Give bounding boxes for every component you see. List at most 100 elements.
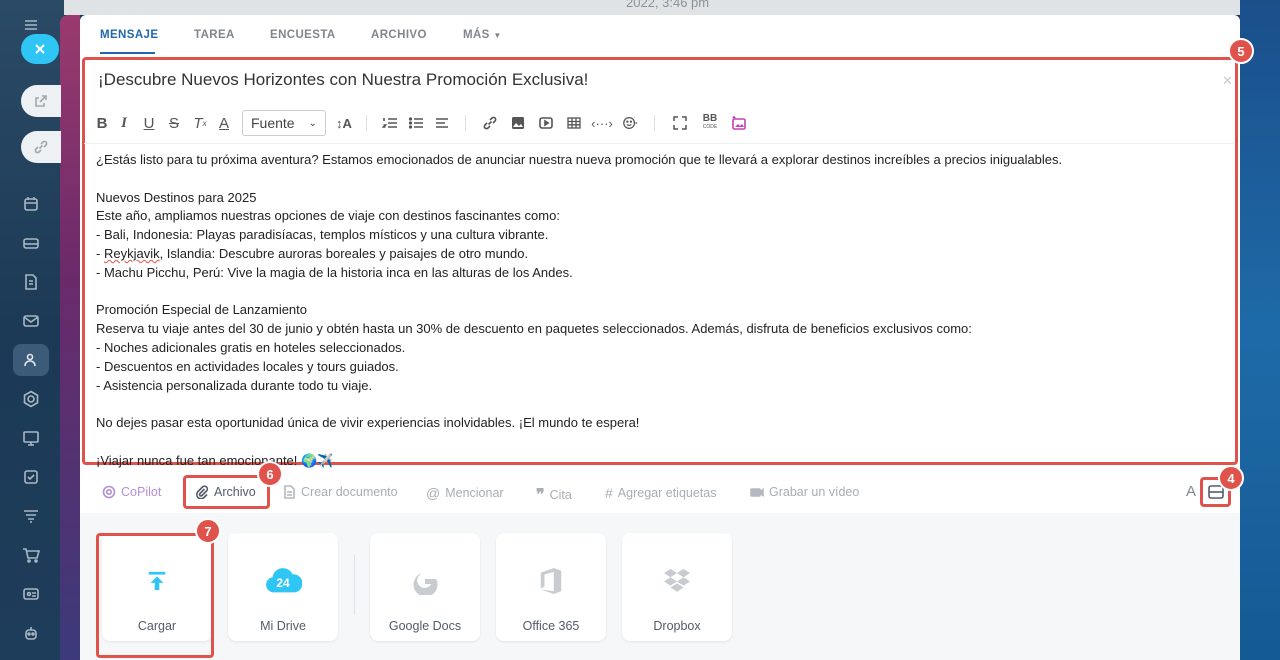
composer-tabs: MENSAJE TAREA ENCUESTA ARCHIVO MÁS ▼ — [80, 15, 1240, 55]
tab-mas[interactable]: MÁS ▼ — [463, 29, 502, 41]
copy-link-button[interactable] — [21, 131, 61, 163]
create-document-button[interactable]: Crear documento — [282, 485, 398, 499]
strikethrough-button[interactable]: S — [160, 112, 188, 134]
close-slider-button[interactable] — [21, 34, 59, 64]
emoji-button[interactable] — [616, 112, 644, 134]
hexagon-icon[interactable] — [20, 388, 42, 410]
align-left-icon — [436, 118, 448, 128]
at-sign-icon: @ — [426, 485, 441, 501]
body-line — [96, 170, 1216, 189]
insert-code-button[interactable]: ‹···› — [588, 112, 616, 134]
upload-tile-label: Google Docs — [388, 619, 462, 633]
copilot-icon — [102, 485, 116, 499]
image-icon — [512, 117, 524, 129]
body-line — [96, 283, 1216, 302]
calendar-icon[interactable] — [20, 193, 42, 215]
filter-icon[interactable] — [20, 505, 42, 527]
toolbar-separator — [465, 115, 466, 131]
tab-encuesta[interactable]: ENCUESTA — [270, 29, 336, 41]
annotation-badge-6: 6 — [257, 461, 283, 487]
cart-icon[interactable] — [20, 544, 42, 566]
team-icon[interactable] — [19, 349, 41, 371]
close-icon — [35, 44, 45, 54]
robot-icon[interactable] — [20, 622, 42, 644]
menu-icon[interactable] — [20, 14, 42, 36]
font-size-button[interactable]: ↕A — [332, 112, 356, 134]
numbered-list-button[interactable] — [377, 112, 403, 134]
chevron-down-icon: ⌄ — [308, 117, 317, 129]
body-line — [96, 433, 1216, 452]
insert-video-button[interactable] — [532, 112, 560, 134]
ai-image-button[interactable] — [725, 112, 753, 134]
align-button[interactable] — [429, 112, 455, 134]
document-icon — [284, 485, 295, 499]
external-link-icon — [35, 95, 47, 107]
copilot-label: CoPilot — [121, 485, 162, 499]
title-close-icon[interactable]: ✕ — [1222, 73, 1233, 89]
copilot-button[interactable]: CoPilot — [102, 485, 161, 499]
tab-archivo[interactable]: ARCHIVO — [371, 29, 427, 41]
font-select-value: Fuente — [251, 115, 295, 131]
board-icon[interactable] — [20, 427, 42, 449]
upload-tile-mi-drive[interactable]: 24 Mi Drive — [228, 533, 338, 641]
italic-button[interactable]: I — [110, 112, 138, 134]
toolbar-separator — [654, 115, 655, 131]
toolbar-separator — [366, 115, 367, 131]
contact-card-icon[interactable] — [20, 583, 42, 605]
bulleted-list-button[interactable] — [403, 112, 429, 134]
hash-icon: # — [605, 485, 613, 501]
bold-button[interactable]: B — [94, 112, 110, 134]
body-line: - Machu Picchu, Perú: Vive la magia de l… — [96, 264, 573, 280]
checkbox-icon[interactable] — [20, 466, 42, 488]
mention-button[interactable]: @ Mencionar — [426, 485, 504, 501]
text-color-button[interactable]: A — [212, 112, 236, 134]
formatting-toolbar: B I U S Tx A Fuente ⌄ ↕A ‹···› BB CODE — [94, 110, 1194, 136]
body-line: - Reykjavik, Islandia: Descubre auroras … — [96, 245, 529, 261]
body-line: Promoción Especial de Lanzamiento — [96, 302, 308, 318]
annotation-badge-7: 7 — [195, 518, 221, 544]
video-icon — [539, 117, 553, 129]
quote-icon: ❞ — [536, 487, 545, 504]
insert-link-button[interactable] — [476, 112, 504, 134]
title-input[interactable]: ¡Descubre Nuevos Horizontes con Nuestra … — [98, 70, 588, 90]
ai-image-icon — [732, 116, 746, 130]
quote-button[interactable]: ❞ Cita — [536, 485, 572, 505]
emoji-icon — [623, 117, 638, 129]
upload-tile-google-docs[interactable]: Google Docs — [370, 533, 480, 641]
body-line: No dejes pasar esta oportunidad única de… — [96, 415, 640, 431]
record-video-button[interactable]: Grabar un vídeo — [750, 485, 859, 499]
document-icon[interactable] — [20, 271, 42, 293]
create-document-label: Crear documento — [301, 485, 398, 499]
expand-icon — [673, 116, 687, 130]
insert-image-button[interactable] — [504, 112, 532, 134]
background-timestamp: 2022, 3:46 pm — [626, 0, 710, 10]
drive-icon[interactable] — [20, 232, 42, 254]
annotation-badge-4: 4 — [1218, 465, 1244, 491]
upload-tile-label: Mi Drive — [260, 619, 306, 633]
underline-button[interactable]: U — [138, 112, 160, 134]
tab-mas-label: MÁS — [463, 29, 490, 41]
mention-label: Mencionar — [445, 486, 504, 500]
upload-tile-office-365[interactable]: Office 365 — [496, 533, 606, 641]
right-background-strip — [1240, 0, 1280, 660]
message-body[interactable]: ¿Estás listo para tu próxima aventura? E… — [96, 151, 1216, 471]
clear-format-button[interactable]: Tx — [188, 112, 212, 134]
upload-tile-dropbox[interactable]: Dropbox — [622, 533, 732, 641]
numbered-list-icon — [382, 118, 397, 128]
link-icon — [483, 116, 497, 130]
add-tags-button[interactable]: # Agregar etiquetas — [605, 485, 716, 501]
mail-icon[interactable] — [20, 310, 42, 332]
active-tab-indicator — [100, 52, 155, 54]
insert-table-button[interactable] — [560, 112, 588, 134]
tab-tarea[interactable]: TAREA — [194, 29, 235, 41]
tab-mensaje[interactable]: MENSAJE — [100, 29, 158, 41]
cloud-24-icon: 24 — [264, 563, 302, 599]
text-formatting-toggle[interactable]: A — [1186, 483, 1196, 500]
fullscreen-button[interactable] — [665, 112, 695, 134]
cargar-highlight-box — [96, 533, 214, 658]
open-in-new-window-button[interactable] — [21, 85, 61, 117]
font-select[interactable]: Fuente ⌄ — [242, 110, 326, 136]
link-icon — [34, 140, 48, 154]
bbcode-button[interactable]: BB CODE — [695, 112, 725, 134]
body-line: - Noches adicionales gratis en hoteles s… — [96, 339, 406, 355]
